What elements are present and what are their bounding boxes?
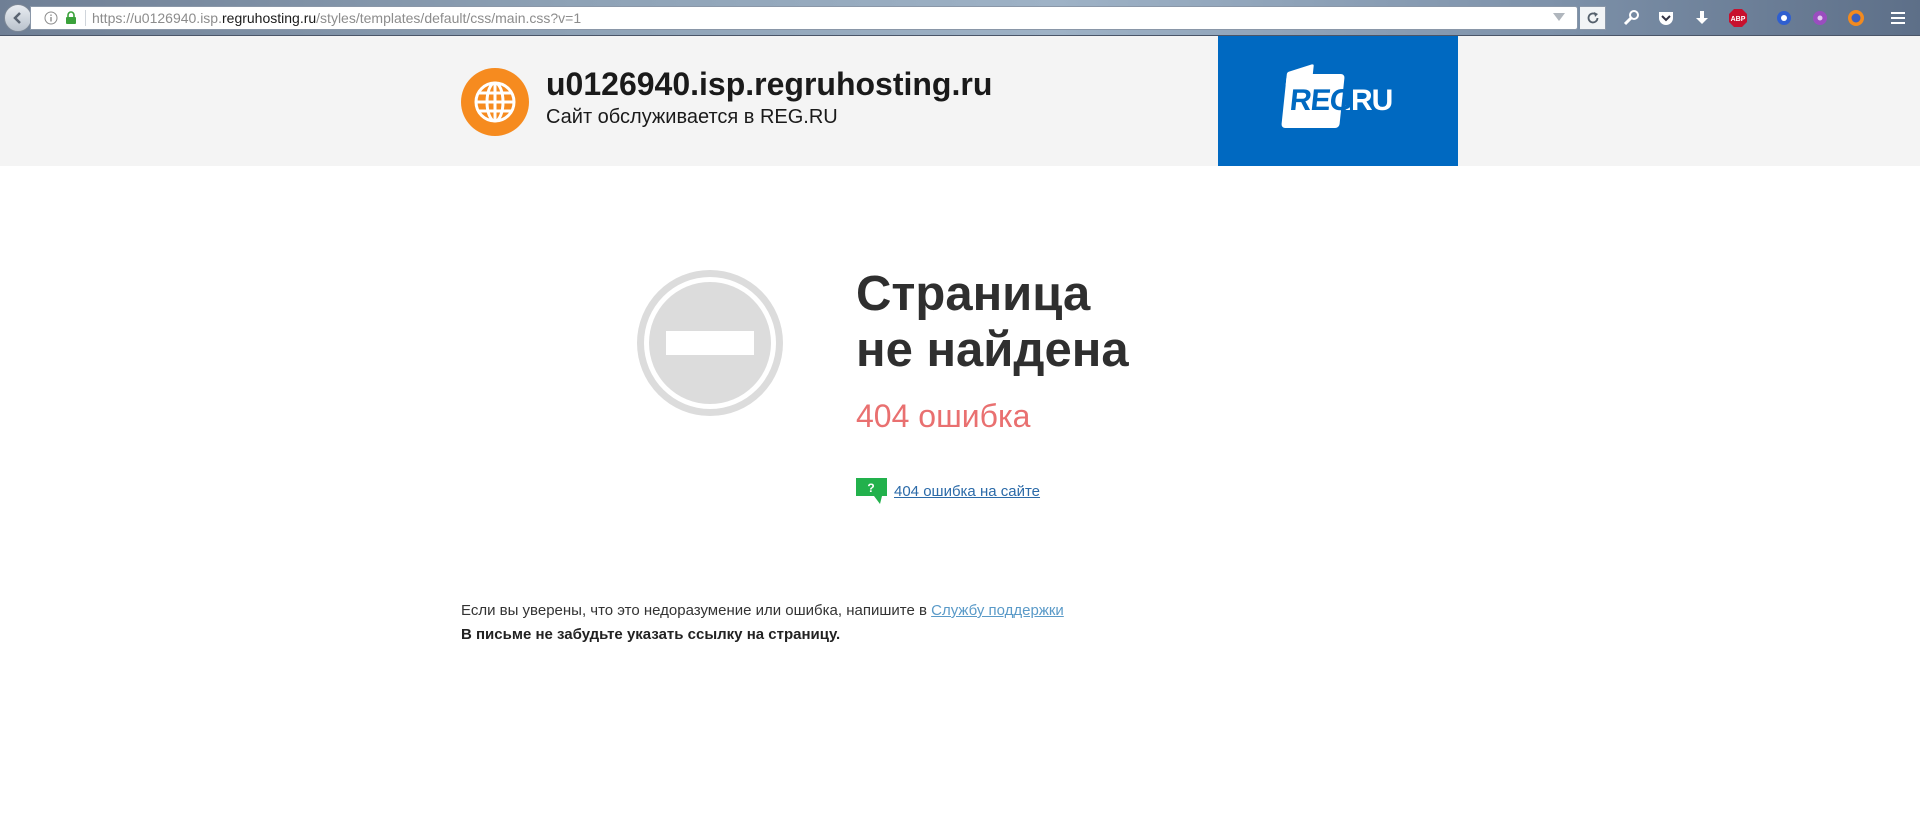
- reload-button[interactable]: [1580, 6, 1606, 30]
- error-title-line2: не найдена: [856, 323, 1129, 377]
- back-icon: [13, 12, 21, 24]
- url-path: /styles/templates/default/css/main.css?v…: [316, 10, 582, 26]
- support-link[interactable]: Службу поддержки: [931, 602, 1064, 619]
- stop-sign-icon: [635, 268, 785, 418]
- help-chat-icon: ?: [856, 478, 888, 504]
- help-row: ? 404 ошибка на сайте: [856, 478, 1040, 504]
- url-prefix: https://u0126940.isp.: [92, 10, 222, 26]
- lock-icon: [63, 10, 79, 26]
- extension-icon[interactable]: [1773, 7, 1795, 29]
- help-404-link[interactable]: 404 ошибка на сайте: [894, 483, 1040, 500]
- wrench-icon[interactable]: [1620, 7, 1642, 29]
- firefox-icon[interactable]: [1845, 7, 1867, 29]
- reg-logo-word: REG: [1287, 84, 1354, 117]
- adblock-label: ABP: [1731, 16, 1746, 23]
- browser-toolbar: https://u0126940.isp.regruhosting.ru/sty…: [0, 0, 1920, 36]
- extension-icon[interactable]: [1809, 7, 1831, 29]
- back-button[interactable]: [4, 4, 32, 32]
- download-icon[interactable]: [1691, 7, 1713, 29]
- support-text: Если вы уверены, что это недоразумение и…: [461, 602, 1064, 619]
- reg-ru-logo[interactable]: REG .RU: [1218, 36, 1458, 166]
- pocket-icon[interactable]: [1655, 7, 1677, 29]
- reg-logo-fold: [1285, 63, 1314, 87]
- support-note: В письме не забудьте указать ссылку на с…: [461, 626, 841, 643]
- error-title-line1: Страница: [856, 267, 1091, 321]
- adblock-icon[interactable]: ABP: [1727, 7, 1749, 29]
- reg-logo-card: REG: [1280, 63, 1353, 128]
- menu-icon[interactable]: [1887, 7, 1909, 29]
- site-subtitle: Сайт обслуживается в REG.RU: [546, 106, 838, 128]
- error-title: Страница не найдена: [856, 266, 1129, 378]
- help-icon-glyph: ?: [867, 481, 874, 495]
- url-text[interactable]: https://u0126940.isp.regruhosting.ru/sty…: [92, 10, 581, 26]
- site-title: u0126940.isp.regruhosting.ru: [546, 66, 993, 102]
- dropdown-icon[interactable]: [1553, 13, 1565, 21]
- url-separator: [85, 10, 86, 26]
- reload-icon: [1587, 12, 1598, 24]
- url-bar[interactable]: https://u0126940.isp.regruhosting.ru/sty…: [30, 6, 1578, 30]
- error-code: 404 ошибка: [856, 398, 1031, 434]
- url-domain: regruhosting.ru: [222, 10, 317, 26]
- info-icon[interactable]: [43, 10, 59, 26]
- globe-icon: [461, 68, 529, 136]
- site-header: u0126940.isp.regruhosting.ru Сайт обслуж…: [0, 36, 1920, 166]
- support-text-body: Если вы уверены, что это недоразумение и…: [461, 602, 932, 619]
- reg-ru-logo-mark: REG .RU: [1280, 63, 1393, 128]
